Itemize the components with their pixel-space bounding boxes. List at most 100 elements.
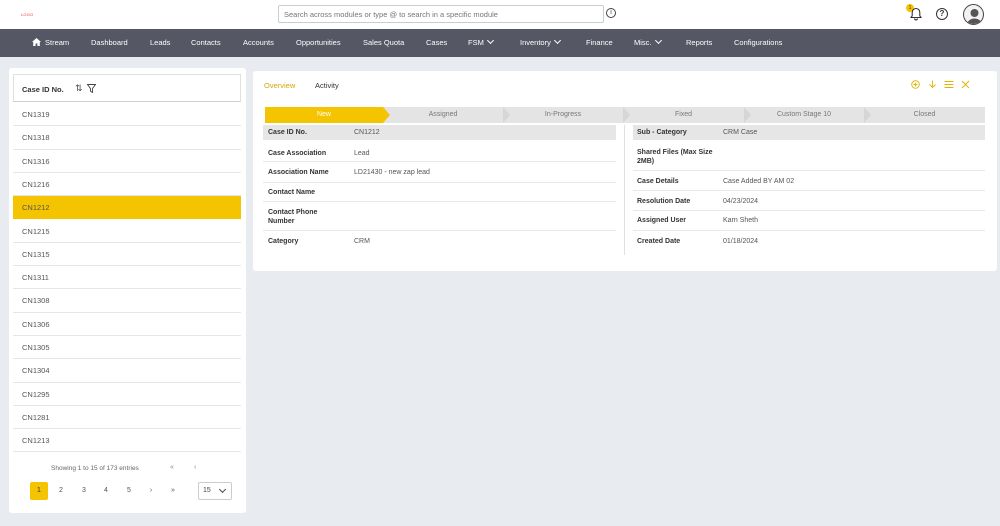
nav-item-reports[interactable]: Reports (686, 29, 712, 57)
nav-item-dashboard[interactable]: Dashboard (91, 29, 128, 57)
page-button-3[interactable]: 3 (75, 482, 93, 500)
global-search-input[interactable] (278, 5, 604, 23)
case-list-panel: Case ID No. ⇅ CN1319 CN1318 CN1316 CN121… (9, 68, 246, 513)
top-bar: LOGO i 1 ? (0, 0, 1000, 29)
first-page-button[interactable]: « (170, 464, 174, 471)
nav-label: Stream (45, 38, 70, 47)
info-icon[interactable]: i (606, 8, 616, 18)
field-value-case-id: CN1212 (354, 129, 380, 136)
arrow-down-icon[interactable] (928, 80, 937, 89)
chevron-down-icon (218, 485, 227, 494)
field-value-association-name[interactable]: LD21430 - new zap lead (354, 169, 430, 176)
case-list-item[interactable]: CN1215 (13, 220, 241, 243)
nav-label: FSM (468, 38, 484, 47)
page-button-4[interactable]: 4 (97, 482, 115, 500)
case-list-item[interactable]: CN1318 (13, 126, 241, 150)
filter-icon[interactable] (87, 84, 96, 93)
field-label-contact-phone: Contact Phone Number (268, 209, 318, 225)
chevron-down-icon (486, 36, 494, 45)
case-list-item[interactable]: CN1315 (13, 243, 241, 267)
field-label-resolution-date: Resolution Date (637, 198, 691, 205)
nav-label: Inventory (520, 38, 551, 47)
nav-item-fsm[interactable]: FSM (468, 29, 494, 57)
stage-new[interactable]: New (265, 107, 383, 123)
stage-assigned[interactable]: Assigned (383, 107, 503, 123)
divider (633, 210, 985, 211)
page-size-select[interactable]: 15 (198, 482, 232, 500)
page-button-5[interactable]: 5 (120, 482, 138, 500)
prev-page-button[interactable]: ‹ (194, 464, 196, 471)
field-value-case-details[interactable]: Case Added BY AM 02 (723, 178, 794, 185)
add-circle-icon[interactable] (911, 80, 920, 89)
stage-in-progress[interactable]: In-Progress (503, 107, 623, 123)
nav-item-accounts[interactable]: Accounts (243, 29, 274, 57)
pagination: 1 2 3 4 5 › » 15 (30, 482, 240, 500)
field-value-category: CRM (354, 238, 370, 245)
field-label-association-name: Association Name (268, 169, 329, 176)
case-id-column-header[interactable]: Case ID No. (22, 85, 64, 94)
stage-arrow (864, 107, 871, 123)
case-list-header: Case ID No. ⇅ (13, 74, 241, 102)
help-icon[interactable]: ? (936, 8, 948, 20)
next-page-button[interactable]: › (142, 482, 160, 500)
case-list-item[interactable]: CN1304 (13, 359, 241, 383)
nav-item-opportunities[interactable]: Opportunities (296, 29, 341, 57)
case-list-item[interactable]: CN1305 (13, 336, 241, 360)
case-list-item[interactable]: CN1316 (13, 150, 241, 173)
field-row-highlight (263, 125, 616, 140)
field-label-sub-category: Sub - Category (637, 129, 687, 136)
case-list-item[interactable]: CN1213 (13, 429, 241, 453)
case-list-item[interactable]: CN1295 (13, 383, 241, 406)
close-icon[interactable] (961, 80, 970, 89)
nav-item-configurations[interactable]: Configurations (734, 29, 782, 57)
sort-icon[interactable]: ⇅ (75, 83, 83, 94)
stage-fixed[interactable]: Fixed (623, 107, 744, 123)
page-button-1[interactable]: 1 (30, 482, 48, 500)
case-list-item[interactable]: CN1216 (13, 173, 241, 197)
nav-item-finance[interactable]: Finance (586, 29, 613, 57)
column-divider (624, 125, 625, 255)
stage-closed[interactable]: Closed (864, 107, 985, 123)
field-label-case-association: Case Association (268, 150, 327, 157)
tab-overview[interactable]: Overview (264, 81, 295, 90)
main-nav: Stream Dashboard Leads Contacts Accounts… (0, 29, 1000, 57)
divider (263, 161, 616, 162)
case-list-item[interactable]: CN1319 (13, 103, 241, 127)
nav-item-sales-quota[interactable]: Sales Quota (363, 29, 404, 57)
stage-arrow (623, 107, 630, 123)
page-size-value: 15 (203, 487, 211, 494)
case-list-item[interactable]: CN1311 (13, 266, 241, 290)
tab-activity[interactable]: Activity (315, 81, 339, 90)
case-detail-panel: Overview Activity New Assigned In-Progre… (253, 71, 997, 271)
bell-icon[interactable] (909, 7, 923, 21)
field-value-assigned-user[interactable]: Karn Sheth (723, 217, 758, 224)
stage-custom-stage-10[interactable]: Custom Stage 10 (744, 107, 864, 123)
nav-item-inventory[interactable]: Inventory (520, 29, 561, 57)
page-button-2[interactable]: 2 (52, 482, 70, 500)
field-label-case-details: Case Details (637, 178, 679, 185)
nav-label: Misc. (634, 38, 652, 47)
home-icon (32, 38, 41, 46)
case-list-item[interactable]: CN1308 (13, 289, 241, 313)
field-value-case-association[interactable]: Lead (354, 150, 370, 157)
field-label-assigned-user: Assigned User (637, 217, 687, 224)
case-list-item[interactable]: CN1281 (13, 406, 241, 430)
divider (633, 190, 985, 191)
field-value-resolution-date[interactable]: 04/23/2024 (723, 198, 758, 205)
app-logo[interactable]: LOGO (21, 12, 33, 17)
nav-item-leads[interactable]: Leads (150, 29, 170, 57)
nav-item-misc[interactable]: Misc. (634, 29, 662, 57)
menu-icon[interactable] (944, 80, 954, 89)
chevron-down-icon (553, 36, 561, 45)
pagination-summary: Showing 1 to 15 of 173 entries (51, 465, 139, 472)
field-label-case-id: Case ID No. (268, 129, 307, 136)
user-avatar[interactable] (963, 4, 984, 25)
field-value-created-date: 01/18/2024 (723, 238, 759, 245)
case-list-item[interactable]: CN1306 (13, 313, 241, 336)
nav-item-contacts[interactable]: Contacts (191, 29, 221, 57)
last-page-button[interactable]: » (164, 482, 182, 500)
divider (263, 230, 616, 231)
case-list-item-selected[interactable]: CN1212 (13, 196, 241, 220)
nav-item-cases[interactable]: Cases (426, 29, 447, 57)
nav-item-stream[interactable]: Stream (32, 29, 69, 57)
